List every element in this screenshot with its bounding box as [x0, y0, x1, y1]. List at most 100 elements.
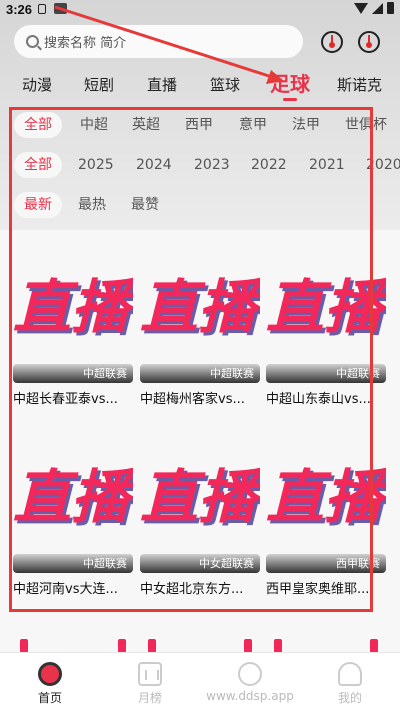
battery-icon	[387, 2, 394, 14]
video-thumbnail: 直播 中超联赛	[13, 448, 133, 573]
status-icons	[354, 2, 394, 14]
user-icon	[338, 662, 362, 686]
download-button[interactable]	[358, 31, 380, 53]
video-card[interactable]: 直播 中超联赛 中超长春亚泰vs...	[13, 258, 133, 407]
thumbnail-text: 直播	[140, 463, 257, 531]
active-tab-indicator	[283, 98, 297, 101]
status-time: 3:26	[6, 2, 33, 17]
filter-year-all[interactable]: 全部	[14, 152, 62, 178]
video-card[interactable]: 直播 中超联赛 中超梅州客家vs...	[140, 258, 260, 407]
nav-me-label: 我的	[337, 691, 362, 705]
watermark-label: www.ddsp.app	[206, 689, 294, 703]
bottom-nav: 首页 月榜 www.ddsp.app 我的	[0, 652, 400, 711]
filter-league-ligue1[interactable]: 法甲	[292, 112, 320, 138]
league-tag-bar: 中超联赛	[140, 364, 260, 383]
video-thumbnail: 直播 中超联赛	[13, 258, 133, 383]
league-tag: 中超联赛	[210, 367, 254, 380]
league-tag-bar: 中超联赛	[13, 364, 133, 383]
history-icon	[329, 42, 335, 48]
filter-league-csl[interactable]: 中超	[80, 112, 108, 138]
filter-year-2022[interactable]: 2022	[251, 152, 287, 178]
thumbnail-text: 直播	[13, 273, 130, 341]
tab-anime[interactable]: 动漫	[22, 74, 52, 95]
league-tag-bar: 西甲联赛	[266, 554, 386, 573]
league-tag-bar: 中超联赛	[266, 364, 386, 383]
signal-icon	[372, 2, 383, 14]
tab-short-drama[interactable]: 短剧	[84, 74, 114, 95]
wifi-icon	[354, 2, 368, 14]
search-placeholder: 搜索名称 简介	[44, 36, 127, 51]
thumbnail-peek	[274, 639, 282, 653]
chart-icon	[138, 662, 162, 686]
league-tag: 中超联赛	[336, 367, 380, 380]
league-tag-bar: 中女超联赛	[140, 554, 260, 573]
video-title: 西甲皇家奥维耶...	[266, 582, 370, 597]
video-thumbnail: 直播 西甲联赛	[266, 448, 386, 573]
filter-league-seriea[interactable]: 意甲	[239, 112, 267, 138]
live-thumbnail-art: 直播	[13, 468, 133, 548]
league-filter-row: 全部 中超 英超 西甲 意甲 法甲 世俱杯	[0, 112, 400, 138]
league-tag: 中女超联赛	[199, 557, 254, 570]
history-button[interactable]	[321, 31, 343, 53]
home-icon	[38, 662, 62, 686]
live-thumbnail-art: 直播	[140, 278, 260, 358]
filter-league-epl[interactable]: 英超	[132, 112, 160, 138]
thumbnail-peek	[244, 639, 252, 653]
video-card[interactable]: 直播 中超联赛 中超山东泰山vs...	[266, 258, 386, 407]
thumbnail-text: 直播	[140, 273, 257, 341]
year-filter-row: 全部 2025 2024 2023 2022 2021 2020	[0, 152, 400, 178]
nav-watermark: www.ddsp.app	[200, 653, 300, 711]
tab-live[interactable]: 直播	[147, 74, 177, 95]
nav-rank-label: 月榜	[137, 691, 162, 705]
nav-home-label: 首页	[37, 691, 62, 705]
search-input[interactable]: 搜索名称 简介	[14, 25, 303, 58]
download-icon	[366, 42, 372, 48]
nav-home[interactable]: 首页	[0, 653, 100, 711]
sort-latest[interactable]: 最新	[14, 192, 62, 218]
live-thumbnail-art: 直播	[266, 468, 386, 548]
video-title: 中超梅州客家vs...	[140, 392, 245, 407]
thumbnail-text: 直播	[266, 273, 383, 341]
video-card[interactable]: 直播 中超联赛 中超河南vs大连...	[13, 448, 133, 597]
filter-year-2025[interactable]: 2025	[78, 152, 114, 178]
thumbnail-peek	[20, 639, 28, 653]
thumbnail-peek	[370, 639, 378, 653]
league-tag-bar: 中超联赛	[13, 554, 133, 573]
video-card[interactable]: 直播 西甲联赛 西甲皇家奥维耶...	[266, 448, 386, 597]
nav-monthly-rank[interactable]: 月榜	[100, 653, 200, 711]
video-grid: 直播 中超联赛 中超长春亚泰vs... 直播 中超联赛 中超梅州客家vs... …	[0, 230, 400, 650]
filter-year-2024[interactable]: 2024	[136, 152, 172, 178]
thumbnail-text: 直播	[266, 463, 383, 531]
filter-league-club-world-cup[interactable]: 世俱杯	[345, 112, 387, 138]
thumbnail-peek	[148, 639, 156, 653]
thumbnail-text: 直播	[13, 463, 130, 531]
nav-me[interactable]: 我的	[300, 653, 400, 711]
watermark-icon	[238, 662, 262, 686]
sort-most-liked[interactable]: 最赞	[131, 192, 159, 218]
video-title: 中超长春亚泰vs...	[13, 392, 118, 407]
filter-league-all[interactable]: 全部	[14, 112, 62, 138]
league-tag: 西甲联赛	[336, 557, 380, 570]
filter-year-2023[interactable]: 2023	[194, 152, 230, 178]
filter-league-laliga[interactable]: 西甲	[185, 112, 213, 138]
video-card[interactable]: 直播 中女超联赛 中女超北京东方...	[140, 448, 260, 597]
category-tabs: 动漫 短剧 直播 篮球 足球 斯诺克	[0, 68, 400, 104]
filter-year-2021[interactable]: 2021	[309, 152, 345, 178]
tab-snooker[interactable]: 斯诺克	[337, 74, 382, 95]
live-thumbnail-art: 直播	[13, 278, 133, 358]
live-thumbnail-art: 直播	[140, 468, 260, 548]
video-thumbnail: 直播 中超联赛	[266, 258, 386, 383]
video-thumbnail: 直播 中女超联赛	[140, 448, 260, 573]
live-thumbnail-art: 直播	[266, 278, 386, 358]
video-title: 中女超北京东方...	[140, 582, 244, 597]
search-icon	[26, 35, 39, 48]
lock-icon	[38, 4, 46, 14]
filter-year-2020[interactable]: 2020	[366, 152, 400, 178]
sort-hottest[interactable]: 最热	[78, 192, 106, 218]
thumbnail-peek	[118, 639, 126, 653]
tab-basketball[interactable]: 篮球	[210, 74, 240, 95]
league-tag: 中超联赛	[83, 367, 127, 380]
video-title: 中超河南vs大连...	[13, 582, 118, 597]
sort-filter-row: 最新 最热 最赞	[0, 192, 400, 218]
tab-football[interactable]: 足球	[270, 68, 310, 97]
